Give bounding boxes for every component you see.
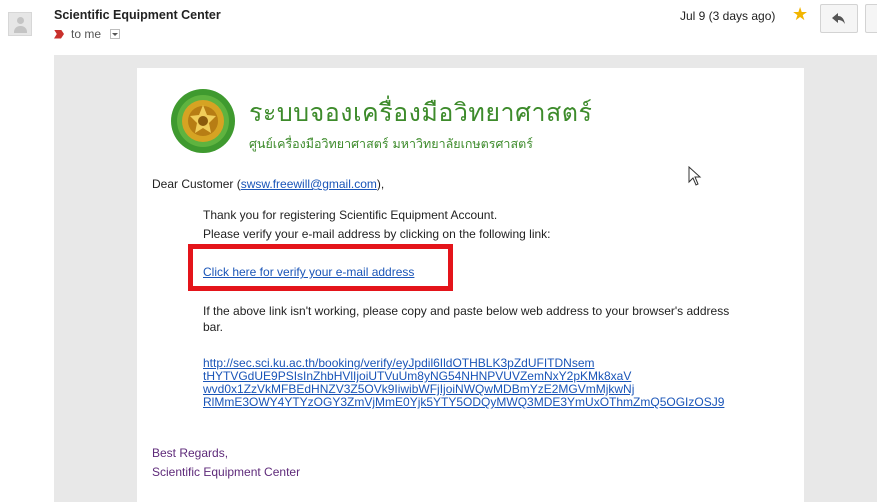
greeting-prefix: Dear Customer ( [152, 177, 241, 191]
highlight-box [188, 244, 453, 291]
avatar-head [17, 17, 24, 24]
fallback-text-line1: If the above link isn't working, please … [203, 304, 730, 318]
importance-marker-icon[interactable] [54, 29, 64, 39]
chevron-down-icon[interactable] [110, 29, 121, 39]
reply-button[interactable] [820, 4, 858, 33]
email-date: Jul 9 (3 days ago) [680, 9, 776, 23]
person-icon [8, 12, 32, 36]
recipient-line: to me [54, 27, 121, 41]
thanks-text: Thank you for registering Scientific Equ… [203, 208, 498, 222]
greeting-suffix: ), [376, 177, 385, 191]
mouse-cursor-icon [688, 166, 702, 186]
more-actions-button[interactable] [865, 4, 877, 33]
brand-title: ระบบจองเครื่องมือวิทยาศาสตร์ [249, 98, 593, 127]
customer-email-link[interactable]: swsw.freewill@gmail.com [241, 177, 377, 191]
closing-text: Best Regards, [152, 446, 229, 460]
url-line-4: RlMmE3OWY4YTYzOGY3ZmVjMmE0Yjk5YTY5ODQyMW… [203, 395, 725, 409]
signature-text: Scientific Equipment Center [152, 465, 301, 479]
recipient-text: to me [71, 27, 102, 41]
university-seal-logo [170, 88, 236, 154]
brand-subtitle: ศูนย์เครื่องมือวิทยาศาสตร์ มหาวิทยาลัยเก… [249, 136, 533, 151]
avatar-torso [14, 26, 27, 33]
reply-icon [832, 13, 845, 24]
greeting: Dear Customer (swsw.freewill@gmail.com), [152, 177, 384, 191]
verification-url-link[interactable]: http://sec.sci.ku.ac.th/booking/verify/e… [203, 357, 724, 409]
star-icon[interactable]: ★ [792, 5, 808, 23]
sender-name[interactable]: Scientific Equipment Center [54, 8, 221, 22]
verify-instruction-text: Please verify your e-mail address by cli… [203, 227, 551, 241]
fallback-text-line2: bar. [203, 320, 224, 334]
